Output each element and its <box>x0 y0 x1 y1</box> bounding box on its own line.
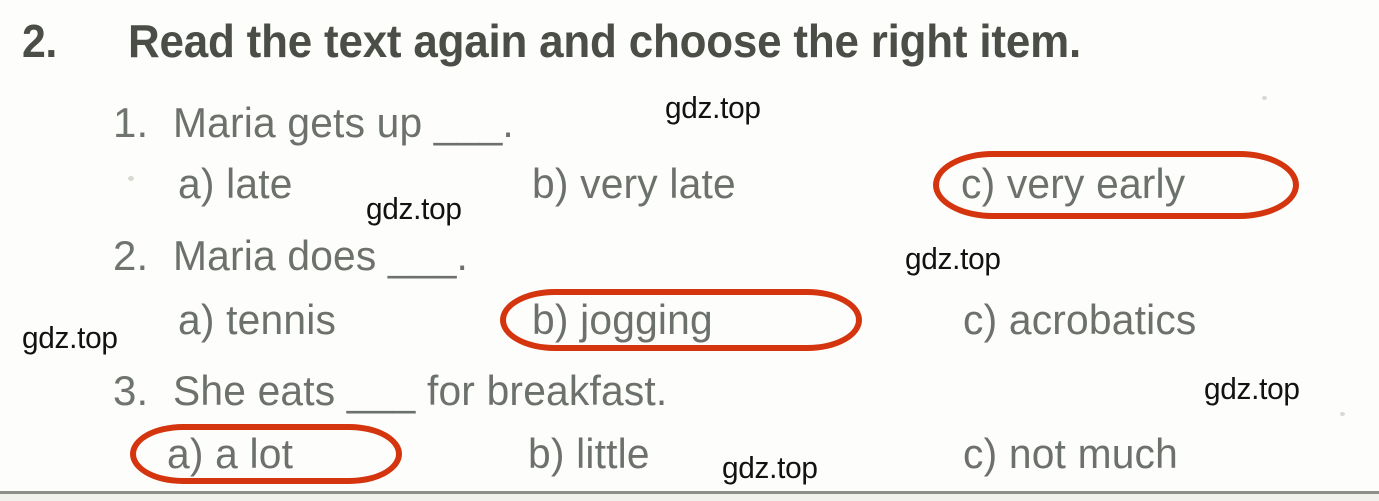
question-2-number: 2. <box>113 232 149 279</box>
exercise-instruction: Read the text again and choose the right… <box>128 15 1081 67</box>
watermark: gdz.top <box>1204 371 1300 406</box>
question-2-option-a[interactable]: a) tennis <box>178 296 336 344</box>
question-3-prompt: She eats ___ for breakfast. <box>173 367 668 414</box>
page-bottom-rule <box>0 491 1379 494</box>
question-3-number: 3. <box>113 367 149 414</box>
question-1-number: 1. <box>113 99 149 146</box>
question-2-option-c[interactable]: c) acrobatics <box>963 296 1196 344</box>
question-1-option-b[interactable]: b) very late <box>532 160 736 208</box>
watermark: gdz.top <box>722 450 818 485</box>
watermark: gdz.top <box>22 320 118 355</box>
question-2-option-b[interactable]: b) jogging <box>532 296 713 344</box>
worksheet-page: 2. Read the text again and choose the ri… <box>0 0 1379 501</box>
question-3-option-c[interactable]: c) not much <box>963 430 1178 478</box>
question-3-option-a[interactable]: a) a lot <box>167 430 293 478</box>
question-1-option-c[interactable]: c) very early <box>961 160 1185 208</box>
question-1-option-a[interactable]: a) late <box>178 160 293 208</box>
scan-speckle <box>1262 96 1267 100</box>
exercise-number: 2. <box>22 15 57 67</box>
watermark: gdz.top <box>905 241 1001 276</box>
page-footer-band <box>0 494 1379 501</box>
question-3-option-b[interactable]: b) little <box>528 430 650 478</box>
scan-speckle <box>128 176 134 181</box>
watermark: gdz.top <box>665 90 761 125</box>
question-1-prompt: Maria gets up ___. <box>173 99 514 146</box>
question-2-prompt: Maria does ___. <box>173 232 469 279</box>
watermark: gdz.top <box>366 191 462 226</box>
exercise-heading: 2. Read the text again and choose the ri… <box>0 14 1379 76</box>
scan-speckle <box>1340 412 1345 416</box>
